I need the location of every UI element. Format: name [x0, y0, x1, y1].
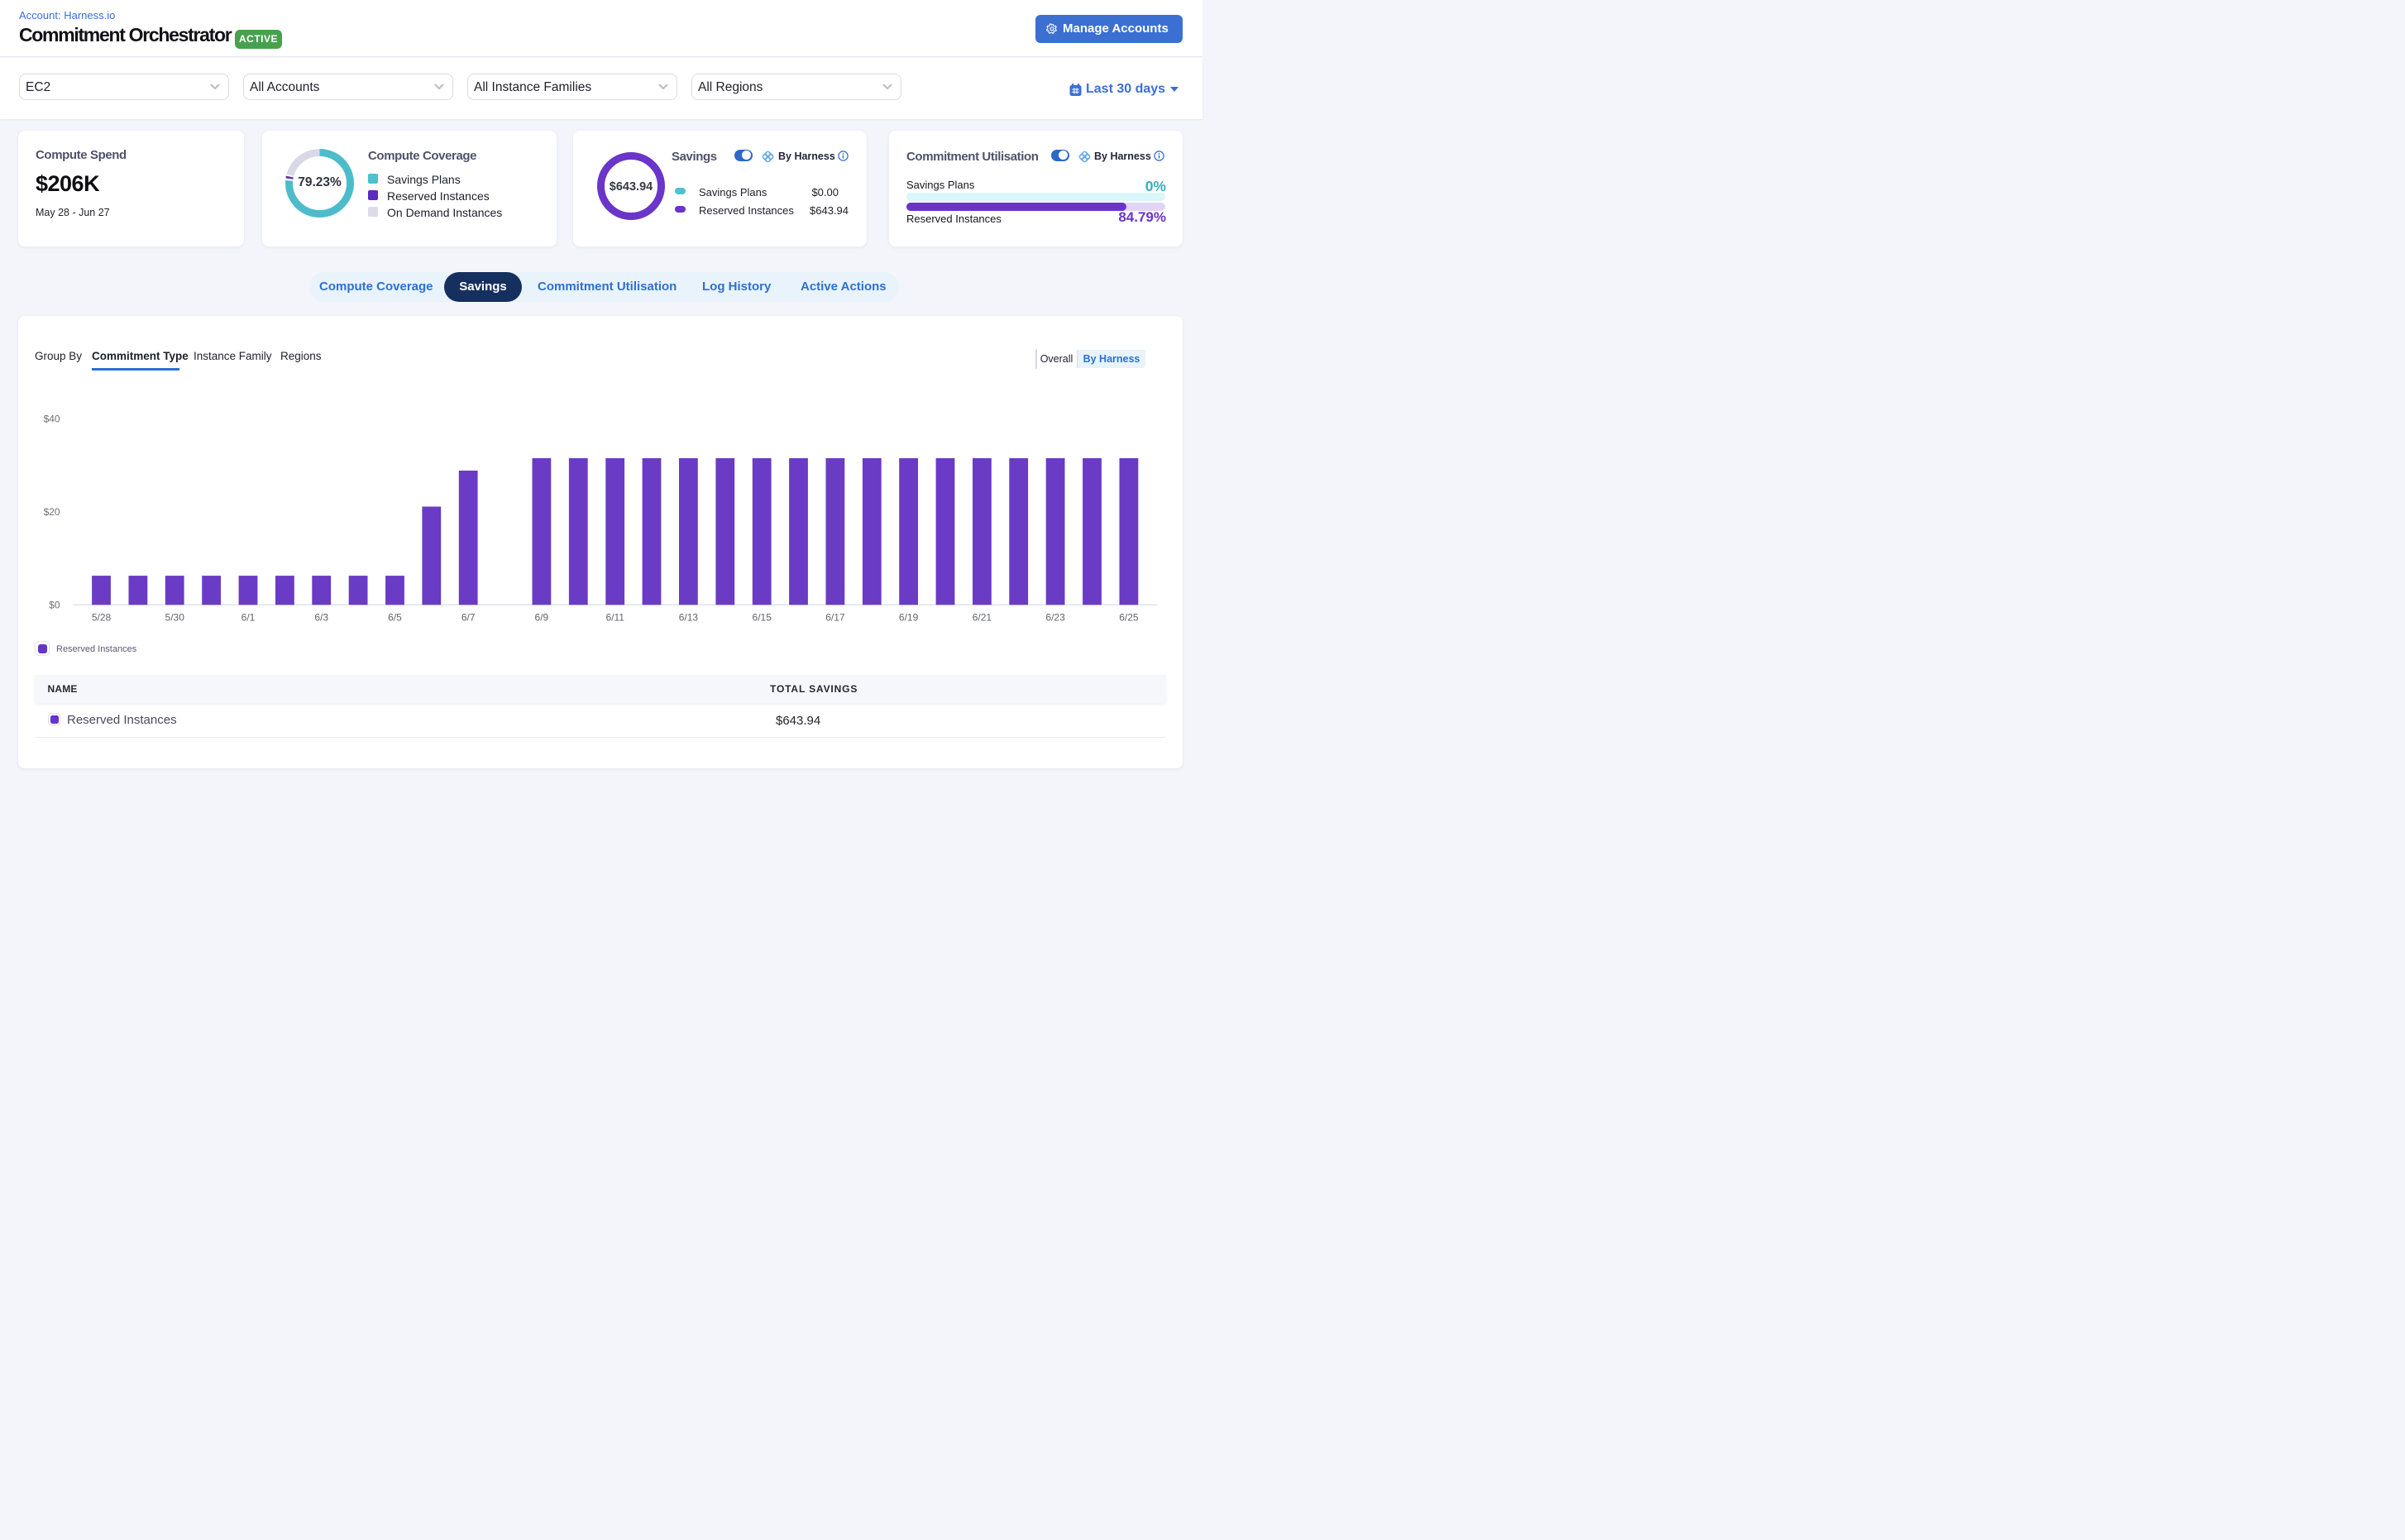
svg-text:6/7: 6/7	[461, 612, 476, 624]
svg-text:$0: $0	[49, 600, 60, 611]
svg-text:6/3: 6/3	[314, 612, 328, 624]
svg-text:6/13: 6/13	[679, 612, 699, 624]
svg-text:6/11: 6/11	[605, 612, 624, 624]
svg-text:6/1: 6/1	[241, 612, 256, 624]
svg-text:6/17: 6/17	[825, 612, 845, 624]
svg-text:6/5: 6/5	[388, 612, 402, 624]
svg-text:6/23: 6/23	[1045, 612, 1065, 624]
svg-text:$20: $20	[44, 506, 60, 518]
svg-text:5/28: 5/28	[92, 612, 112, 624]
svg-text:5/30: 5/30	[165, 612, 185, 624]
svg-text:6/25: 6/25	[1119, 612, 1139, 624]
svg-text:6/19: 6/19	[899, 612, 919, 624]
svg-text:6/9: 6/9	[535, 612, 549, 624]
svg-text:6/21: 6/21	[973, 612, 992, 624]
svg-text:6/15: 6/15	[753, 612, 772, 624]
svg-text:$40: $40	[44, 413, 60, 424]
